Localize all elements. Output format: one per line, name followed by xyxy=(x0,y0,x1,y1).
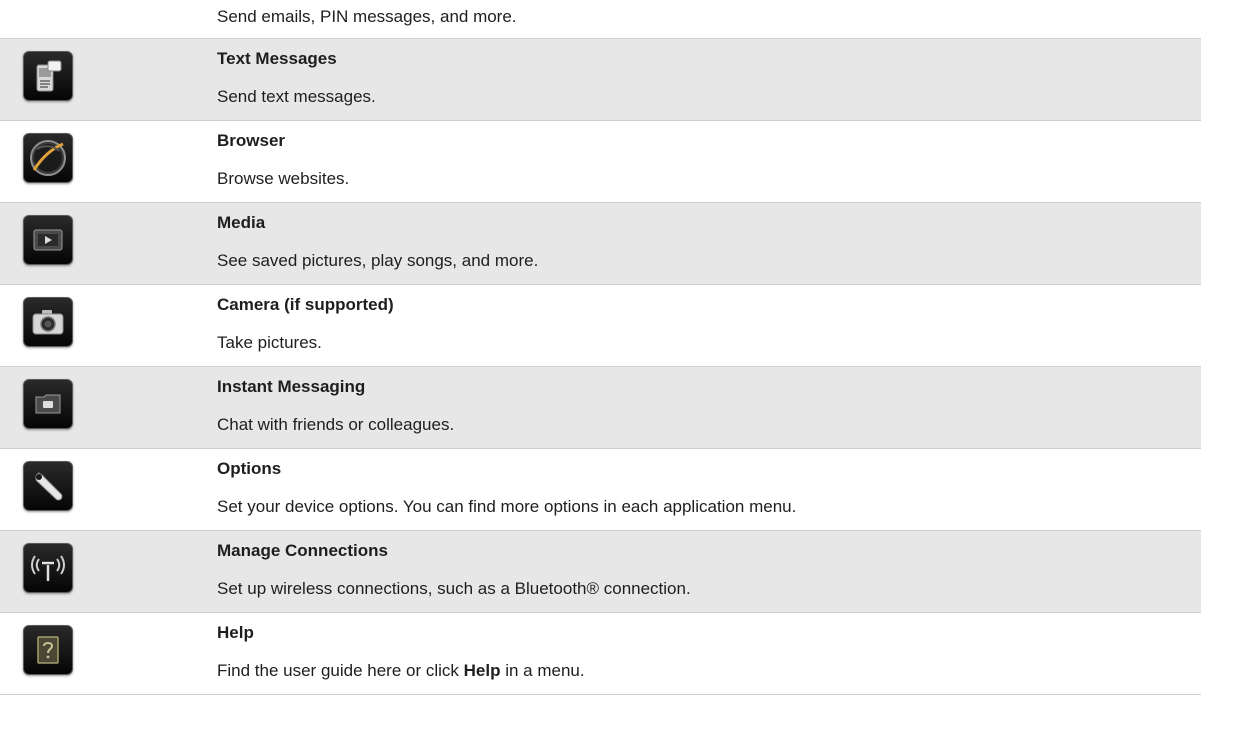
row-description: Browse websites. xyxy=(217,169,350,188)
row-title: Help xyxy=(217,623,254,642)
table-row-browser: Browser Browse websites. xyxy=(0,121,1201,203)
row-description: See saved pictures, play songs, and more… xyxy=(217,251,539,270)
table-row-email: Send emails, PIN messages, and more. xyxy=(0,0,1201,39)
row-description: Set your device options. You can find mo… xyxy=(217,497,797,516)
table-row-instant-messaging: Instant Messaging Chat with friends or c… xyxy=(0,367,1201,449)
row-title: Text Messages xyxy=(217,49,337,68)
table-row-text-messages: Text Messages Send text messages. xyxy=(0,39,1201,121)
row-title: Options xyxy=(217,459,282,478)
row-description: Chat with friends or colleagues. xyxy=(217,415,455,434)
table-row-options: Options Set your device options. You can… xyxy=(0,449,1201,531)
help-question-icon xyxy=(23,625,73,675)
row-description: Send emails, PIN messages, and more. xyxy=(217,7,517,26)
row-description: Take pictures. xyxy=(217,333,322,352)
camera-icon xyxy=(23,297,73,347)
row-title: Camera (if supported) xyxy=(217,295,394,314)
row-description: Send text messages. xyxy=(217,87,376,106)
instant-messaging-icon xyxy=(23,379,73,429)
row-description: Find the user guide here or click Help i… xyxy=(217,661,585,681)
antenna-icon xyxy=(23,543,73,593)
table-row-help: Help Find the user guide here or click H… xyxy=(0,613,1201,695)
description-text: Find the user guide here or click xyxy=(217,661,464,680)
table-row-media: Media See saved pictures, play songs, an… xyxy=(0,203,1201,285)
text-messages-icon xyxy=(23,51,73,101)
media-play-icon xyxy=(23,215,73,265)
row-title: Instant Messaging xyxy=(217,377,366,396)
row-title: Browser xyxy=(217,131,286,150)
browser-globe-icon xyxy=(23,133,73,183)
table-row-manage-connections: Manage Connections Set up wireless conne… xyxy=(0,531,1201,613)
row-title: Media xyxy=(217,213,266,232)
table-row-camera: Camera (if supported) Take pictures. xyxy=(0,285,1201,367)
application-table: Send emails, PIN messages, and more. Tex… xyxy=(0,0,1201,695)
row-description: Set up wireless connections, such as a B… xyxy=(217,579,691,598)
description-text: in a menu. xyxy=(500,661,585,680)
help-menu-reference: Help xyxy=(463,661,501,680)
wrench-icon xyxy=(23,461,73,511)
row-title: Manage Connections xyxy=(217,541,388,560)
